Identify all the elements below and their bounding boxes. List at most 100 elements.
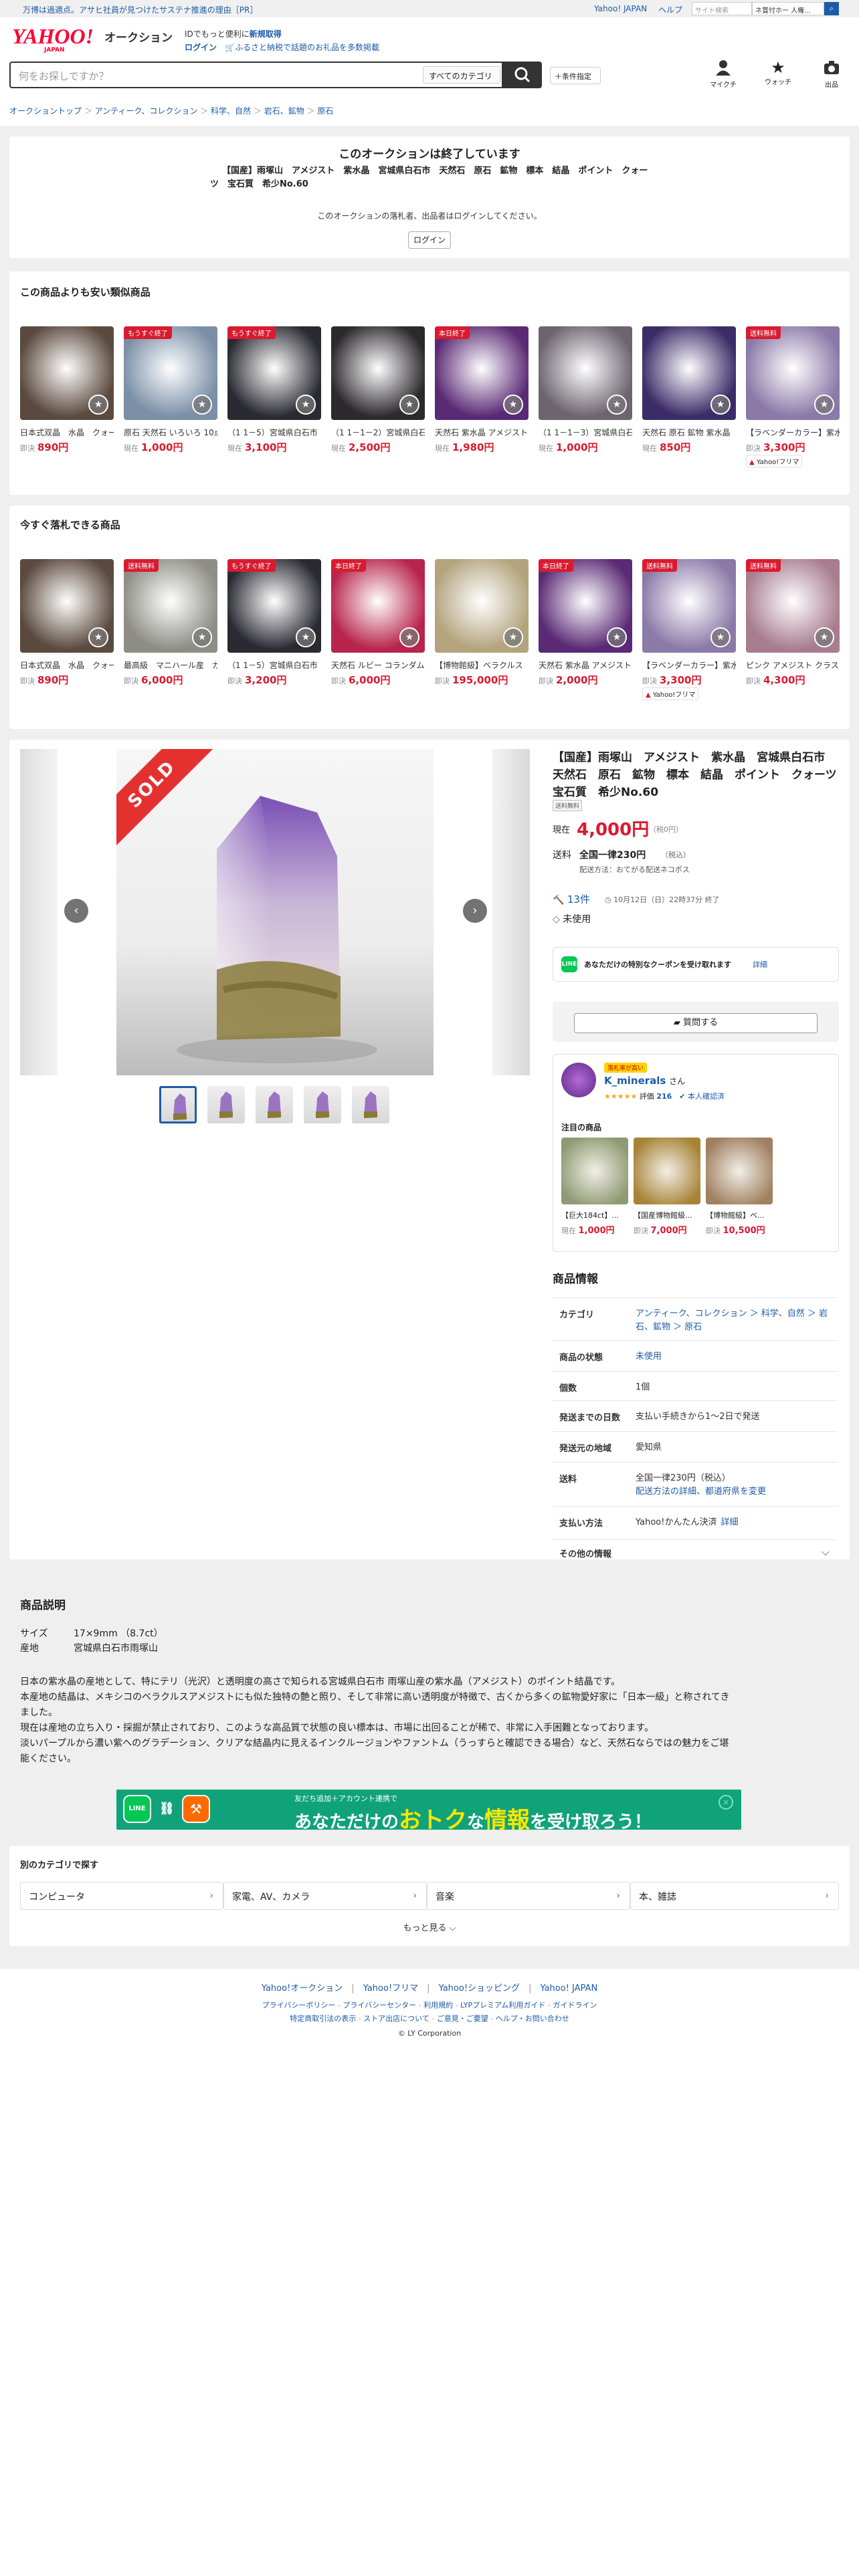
similar-item-title[interactable]: 原石 天然石 いろいろ 10点 [124,427,217,438]
yahoo-logo[interactable]: YAHOO! [12,24,94,49]
login-link[interactable]: ログイン [185,43,217,52]
soon-item-title[interactable]: 【ラベンダーカラー】紫水晶 [642,659,736,671]
soon-item-image[interactable]: ★ [435,559,529,653]
footer-link[interactable]: Yahoo!ショッピング [439,1983,520,1994]
soon-item-title[interactable]: 最高級 マニハール産 ガーデン [124,659,217,671]
watch-star-icon[interactable]: ★ [607,627,627,647]
similar-item-title[interactable]: 天然石 原石 鉱物 紫水晶 [642,427,736,438]
register-link[interactable]: 新規取得 [250,29,282,39]
verified-label[interactable]: 本人確認済 [688,1092,725,1101]
gallery-thumbnail[interactable] [352,1086,389,1123]
site-search-input[interactable]: ネ賞付ホー 人権... [752,2,824,15]
watch-star-icon[interactable]: ★ [399,627,419,647]
seller-avatar[interactable] [561,1063,596,1097]
soon-item-title[interactable]: 天然石 紫水晶 アメジスト [539,659,632,671]
similar-item-title[interactable]: （1 1－5）宮城県白石市 [227,427,321,438]
featured-item-title[interactable]: 【国産博物館級... [634,1210,700,1220]
watch-button[interactable]: ★ ウォッチ [760,59,796,86]
condition-button[interactable]: ＋条件指定 [550,67,601,84]
main-photo[interactable]: SOLD [116,749,434,1075]
help-link[interactable]: ヘルプ [658,4,682,15]
featured-item-title[interactable]: 【巨大184ct】... [561,1210,628,1220]
gallery-thumbnail[interactable] [304,1086,341,1123]
watch-star-icon[interactable]: ★ [192,627,212,647]
breadcrumb-item[interactable]: アンティーク、コレクション [95,106,198,116]
breadcrumb-item[interactable]: 岩石、鉱物 [264,106,304,116]
similar-item-title[interactable]: 【ラベンダーカラー】紫水晶 [746,427,840,438]
gallery-prev-button[interactable]: ‹ [64,899,88,923]
soon-item-image[interactable]: もうすぐ終了 ★ [227,559,321,653]
footer-link[interactable]: Yahoo!フリマ [363,1983,418,1994]
info-value-text[interactable]: アンティーク、コレクション ＞ 科学、自然 ＞ 岩石、鉱物 ＞ 原石 [636,1309,828,1332]
watch-star-icon[interactable]: ★ [88,627,108,647]
footer-link[interactable]: ヘルプ・お問い合わせ [496,2014,569,2023]
seller-name[interactable]: K_minerals [604,1075,666,1087]
watch-star-icon[interactable]: ★ [296,395,316,415]
ended-login-button[interactable]: ログイン [408,231,451,249]
mini-search-icon[interactable]: ⌕ [824,2,839,15]
similar-item-image[interactable]: 送料無料 ★ [746,326,840,420]
service-name[interactable]: オークション [104,28,173,45]
soon-item-image[interactable]: ★ [20,559,114,653]
similar-item-title[interactable]: 日本式双晶 水晶 クォーツ [20,427,114,438]
watch-star-icon[interactable]: ★ [710,395,731,415]
soon-item-title[interactable]: ピンク アメジスト クラスター [746,659,840,671]
sell-button[interactable]: 出品 [814,59,850,89]
soon-item-image[interactable]: 本日終了 ★ [539,559,632,653]
watch-star-icon[interactable]: ★ [399,395,419,415]
footer-link[interactable]: ガイドライン [553,2001,597,2010]
watch-star-icon[interactable]: ★ [88,395,108,415]
bid-count-link[interactable]: 13件 [567,893,590,905]
soon-item-image[interactable]: 送料無料 ★ [642,559,736,653]
footer-link[interactable]: Yahoo!オークション [262,1983,343,1994]
coupon-detail-link[interactable]: 詳細 [753,959,767,970]
footer-link[interactable]: プライバシーセンター [343,2001,416,2010]
similar-item-title[interactable]: （1 1－1－3）宮城県白石 [539,427,632,438]
similar-item-image[interactable]: ★ [20,326,114,420]
watch-star-icon[interactable]: ★ [503,627,523,647]
info-detail-link[interactable]: 詳細 [721,1517,738,1527]
line-banner[interactable]: LINE ⛓ ⚒ 友だち追加＋アカウント連携で あなただけのおトクな情報を受け取… [116,1790,741,1830]
featured-item-title[interactable]: 【博物館級】ベ... [706,1210,773,1220]
category-link[interactable]: 音楽 › [427,1882,630,1910]
featured-item-image[interactable] [561,1138,628,1204]
watch-star-icon[interactable]: ★ [814,627,834,647]
soon-item-image[interactable]: 送料無料 ★ [124,559,217,653]
gallery-thumbnail[interactable] [159,1086,197,1123]
watch-star-icon[interactable]: ★ [296,627,316,647]
soon-item-title[interactable]: 日本式双晶 水晶 クォーツ [20,659,114,671]
category-select[interactable]: すべてのカテゴリ [423,66,500,84]
rating-value[interactable]: 216 [656,1092,672,1101]
coupon-box[interactable]: LINE あなただけの特別なクーポンを受け取れます 詳細 [553,947,839,982]
soon-item-image[interactable]: 本日終了 ★ [331,559,425,653]
soon-item-image[interactable]: 送料無料 ★ [746,559,840,653]
more-categories-button[interactable]: もっと見る ⌵ [9,1921,850,1933]
banner-close-icon[interactable]: × [719,1795,733,1810]
soon-item-title[interactable]: （1 1－5）宮城県白石市 [227,659,321,671]
breadcrumb-item[interactable]: 科学、自然 [211,106,251,116]
featured-item-image[interactable] [634,1138,700,1204]
similar-item-title[interactable]: （1 1－1－2）宮城県白石 [331,427,425,438]
watch-star-icon[interactable]: ★ [607,395,627,415]
category-link[interactable]: 家電、AV、カメラ › [223,1882,427,1910]
footer-link[interactable]: プライバシーポリシー [262,2001,336,2010]
similar-item-image[interactable]: ★ [539,326,632,420]
other-info-toggle[interactable]: その他の情報 ⌵ [553,1539,838,1566]
promo-link[interactable]: 万博は過適点。アサヒ社員が見つけたサステナ推進の理由［PR］ [23,4,258,15]
mypage-button[interactable]: マイクチ [705,59,741,89]
featured-item-image[interactable] [706,1138,773,1204]
soon-item-title[interactable]: 【博物館級】ベラクルス [435,659,529,671]
yahoo-japan-link[interactable]: Yahoo! JAPAN [594,4,647,13]
soon-item-title[interactable]: 天然石 ルビー コランダム [331,659,425,671]
gallery-thumbnail[interactable] [256,1086,293,1123]
watch-star-icon[interactable]: ★ [192,395,212,415]
similar-item-title[interactable]: 天然石 紫水晶 アメジスト [435,427,529,438]
site-search-select[interactable]: サイト検索 [692,2,752,15]
footer-link[interactable]: 利用規約 [423,2001,453,2010]
category-link[interactable]: 本、雑誌 › [630,1882,839,1910]
similar-item-image[interactable]: もうすぐ終了 ★ [227,326,321,420]
category-link[interactable]: コンピュータ › [20,1882,223,1910]
breadcrumb-item[interactable]: オークショントップ [9,106,82,116]
search-button[interactable] [503,62,542,88]
footer-link[interactable]: ストア出店について [363,2014,430,2023]
